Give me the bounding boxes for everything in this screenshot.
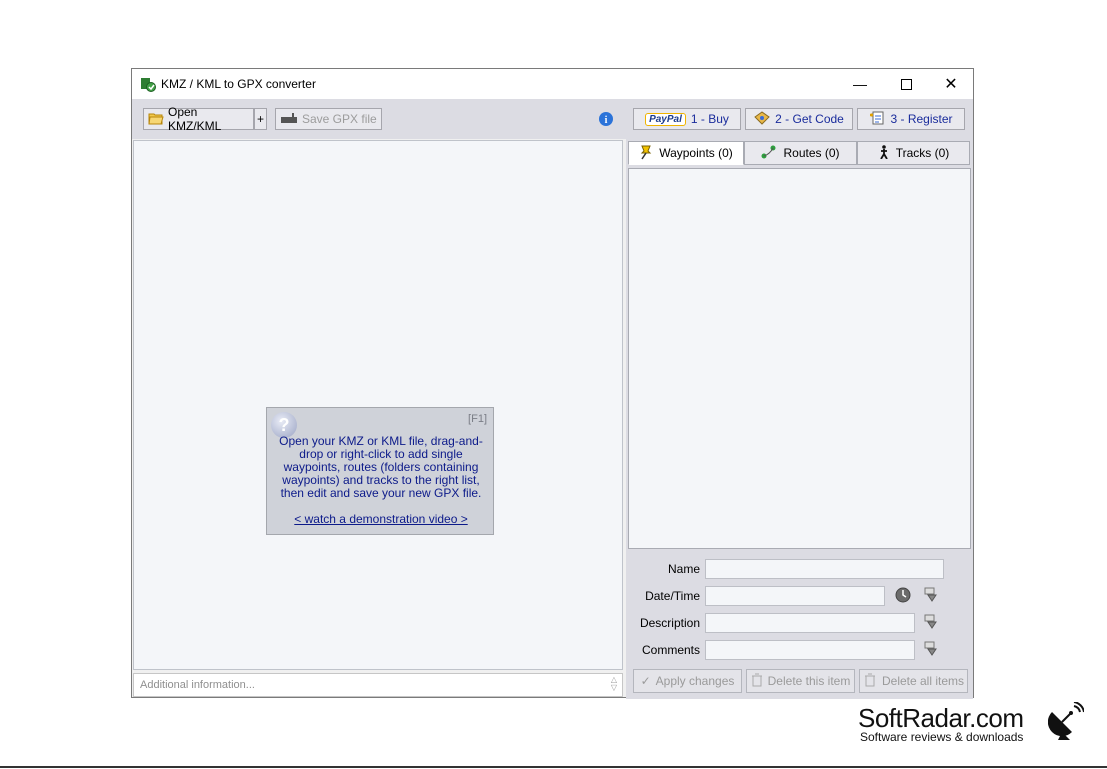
plus-label: + — [256, 112, 264, 126]
clock-icon — [895, 587, 911, 606]
trash-all-icon — [863, 673, 877, 690]
comments-dropdown-button[interactable] — [924, 641, 940, 660]
route-icon — [761, 145, 777, 162]
watermark-tagline: Software reviews & downloads — [860, 730, 1024, 744]
get-code-button[interactable]: 2 - Get Code — [745, 108, 853, 130]
delete-item-label: Delete this item — [767, 674, 851, 688]
open-more-button[interactable]: + — [254, 108, 267, 130]
register-label: 3 - Register — [890, 112, 953, 126]
description-label: Description — [639, 616, 700, 630]
open-kmz-button[interactable]: Open KMZ/KML — [143, 105, 254, 133]
maximize-button[interactable] — [883, 69, 929, 99]
clock-button[interactable] — [895, 587, 911, 606]
close-button[interactable]: ✕ — [928, 69, 974, 99]
additional-info-placeholder: Additional information... — [140, 679, 255, 691]
footer-line — [0, 766, 1107, 768]
tab-tracks-label: Tracks (0) — [895, 146, 950, 160]
minimize-button[interactable]: — — [837, 69, 883, 99]
code-icon — [754, 110, 770, 128]
save-gpx-button[interactable]: Save GPX file — [275, 108, 382, 130]
pin-icon — [639, 144, 653, 163]
name-input[interactable] — [705, 559, 944, 579]
toolbar: Open KMZ/KML + Save GPX file i PayPal 1 … — [132, 99, 973, 139]
delete-item-button[interactable]: Delete this item — [746, 669, 855, 693]
copy-down-icon — [924, 587, 940, 606]
app-icon — [140, 76, 156, 92]
paypal-logo: PayPal — [645, 112, 686, 126]
register-icon — [869, 110, 885, 129]
description-input[interactable] — [705, 613, 915, 633]
app-window: KMZ / KML to GPX converter — ✕ Open KMZ/… — [131, 68, 974, 699]
apply-changes-button[interactable]: ✓ Apply changes — [633, 669, 742, 693]
tab-waypoints-label: Waypoints (0) — [659, 146, 733, 160]
svg-text:i: i — [605, 115, 608, 126]
tab-waypoints[interactable]: Waypoints (0) — [628, 141, 744, 165]
satellite-dish-icon — [1047, 701, 1085, 742]
save-gpx-label: Save GPX file — [302, 112, 377, 126]
tab-routes[interactable]: Routes (0) — [744, 141, 857, 165]
comments-input[interactable] — [705, 640, 915, 660]
minimize-icon: — — [853, 76, 867, 92]
tab-routes-label: Routes (0) — [783, 146, 840, 160]
apply-changes-label: Apply changes — [655, 674, 735, 688]
additional-info-field[interactable]: Additional information... △ ▽ — [133, 673, 623, 697]
window-title: KMZ / KML to GPX converter — [161, 77, 316, 91]
maximize-icon — [900, 78, 912, 90]
checkmark-icon: ✓ — [640, 674, 651, 688]
items-list[interactable] — [628, 168, 971, 549]
copy-down-icon — [924, 641, 940, 660]
demo-video-link[interactable]: < watch a demonstration video > — [267, 512, 495, 526]
open-folder-icon — [148, 111, 164, 128]
drop-area[interactable]: ? [F1] Open your KMZ or KML file, drag-a… — [133, 140, 623, 670]
title-bar: KMZ / KML to GPX converter — ✕ — [132, 69, 973, 99]
comments-label: Comments — [641, 643, 700, 657]
buy-button[interactable]: PayPal 1 - Buy — [633, 108, 741, 130]
datetime-dropdown-button[interactable] — [924, 587, 940, 606]
close-icon: ✕ — [944, 76, 958, 93]
info-icon: i — [597, 112, 615, 131]
open-kmz-label: Open KMZ/KML — [168, 105, 222, 133]
datetime-label: Date/Time — [645, 589, 700, 603]
buy-label: 1 - Buy — [690, 112, 729, 126]
get-code-label: 2 - Get Code — [775, 112, 844, 126]
delete-all-label: Delete all items — [881, 674, 965, 688]
help-text: Open your KMZ or KML file, drag-and-drop… — [279, 434, 483, 500]
register-button[interactable]: 3 - Register — [857, 108, 965, 130]
gps-device-icon — [280, 112, 298, 127]
name-label: Name — [667, 562, 700, 576]
hiker-icon — [878, 144, 890, 162]
datetime-input[interactable] — [705, 586, 885, 606]
help-shortcut: [F1] — [468, 413, 487, 425]
description-dropdown-button[interactable] — [924, 614, 940, 633]
help-popup: ? [F1] Open your KMZ or KML file, drag-a… — [266, 407, 494, 535]
info-button[interactable]: i — [597, 110, 615, 128]
tab-tracks[interactable]: Tracks (0) — [857, 141, 970, 165]
copy-down-icon — [924, 614, 940, 633]
right-panel: Waypoints (0) Routes (0) Tracks (0) Name… — [626, 139, 973, 699]
trash-icon — [751, 673, 763, 690]
scroll-arrows-icon[interactable]: △ ▽ — [609, 676, 619, 694]
delete-all-button[interactable]: Delete all items — [859, 669, 968, 693]
